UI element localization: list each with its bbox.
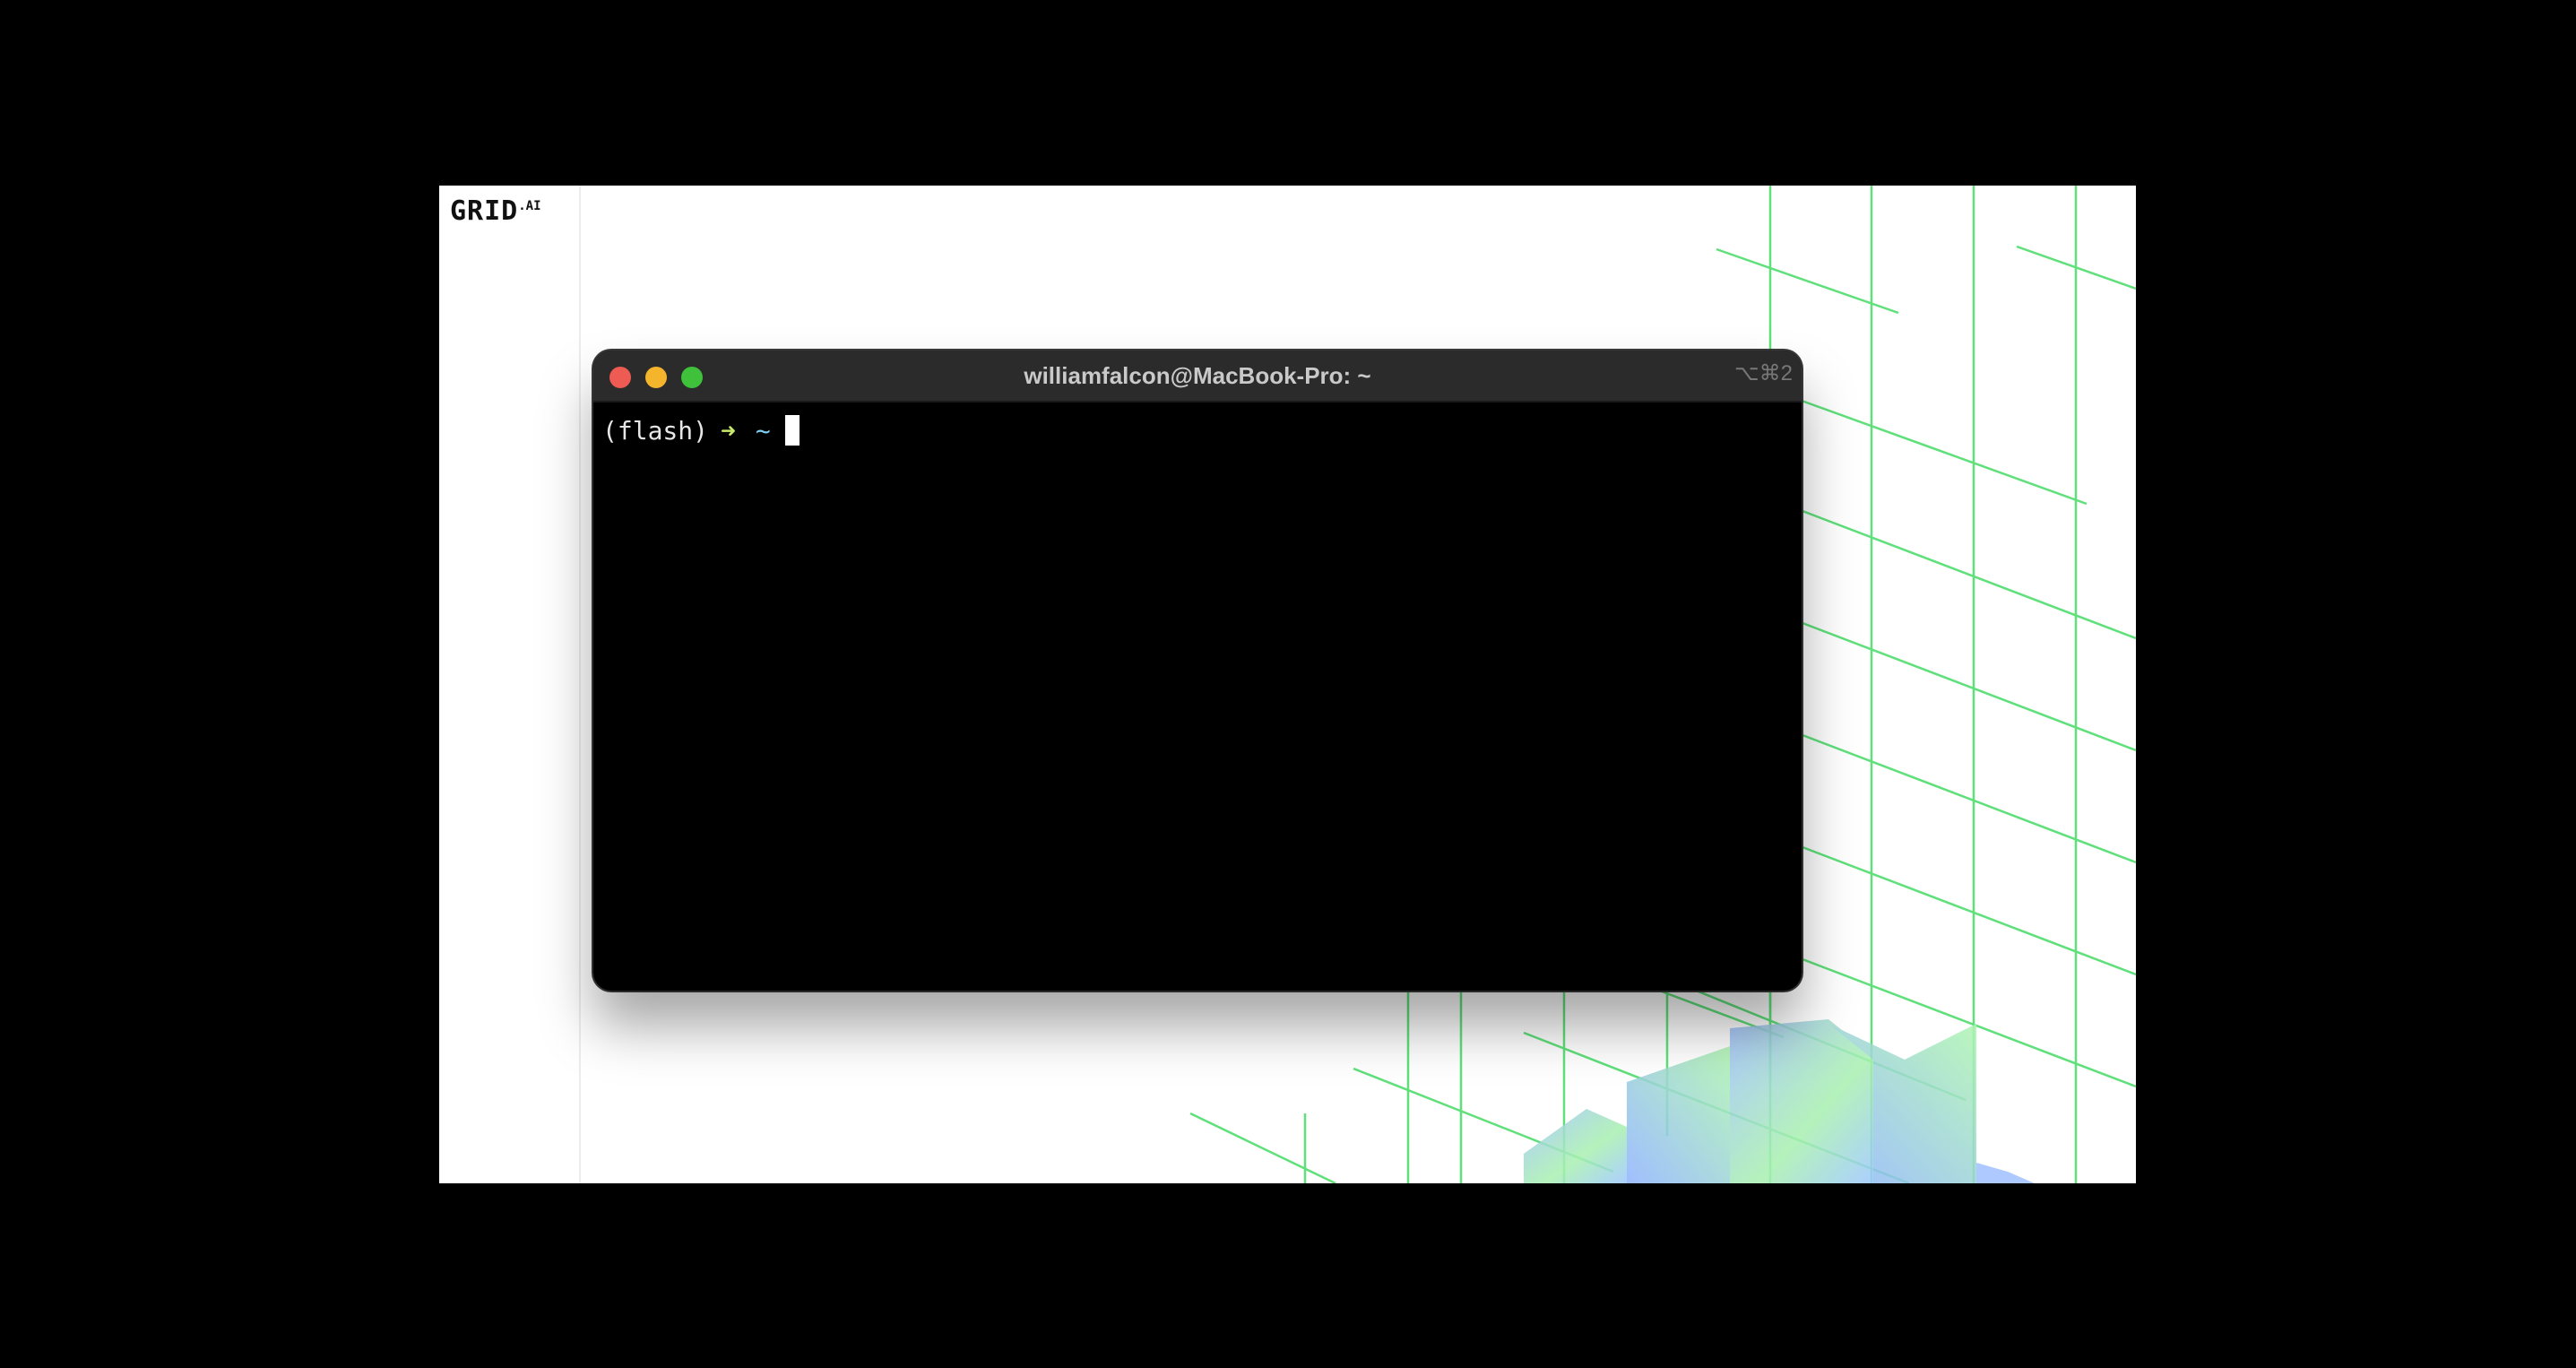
prompt-arrow-icon: ➜ <box>721 416 736 446</box>
terminal-window[interactable]: williamfalcon@MacBook-Pro: ~ ⌥⌘2 (flash)… <box>593 351 1802 991</box>
terminal-title-bar[interactable]: williamfalcon@MacBook-Pro: ~ ⌥⌘2 <box>593 351 1802 403</box>
sidebar-divider <box>579 186 581 1183</box>
logo-text: GRID <box>450 195 519 227</box>
text-cursor <box>784 415 800 446</box>
prompt-env-name: (flash) <box>602 416 709 446</box>
window-title: williamfalcon@MacBook-Pro: ~ <box>1024 362 1371 389</box>
prompt-line: (flash) ➜ ~ <box>602 415 800 447</box>
logo-superscript: .AI <box>518 199 541 213</box>
prompt-directory: ~ <box>755 416 771 446</box>
screen: GRID.AI williamfalcon@MacBook-Pro: ~ ⌥⌘2… <box>0 0 2576 1368</box>
grid-ai-logo: GRID.AI <box>450 198 541 225</box>
terminal-output[interactable]: (flash) ➜ ~ <box>602 404 1793 978</box>
window-shortcut-label: ⌥⌘2 <box>1733 361 1793 385</box>
slide-canvas: GRID.AI williamfalcon@MacBook-Pro: ~ ⌥⌘2… <box>439 186 2136 1183</box>
